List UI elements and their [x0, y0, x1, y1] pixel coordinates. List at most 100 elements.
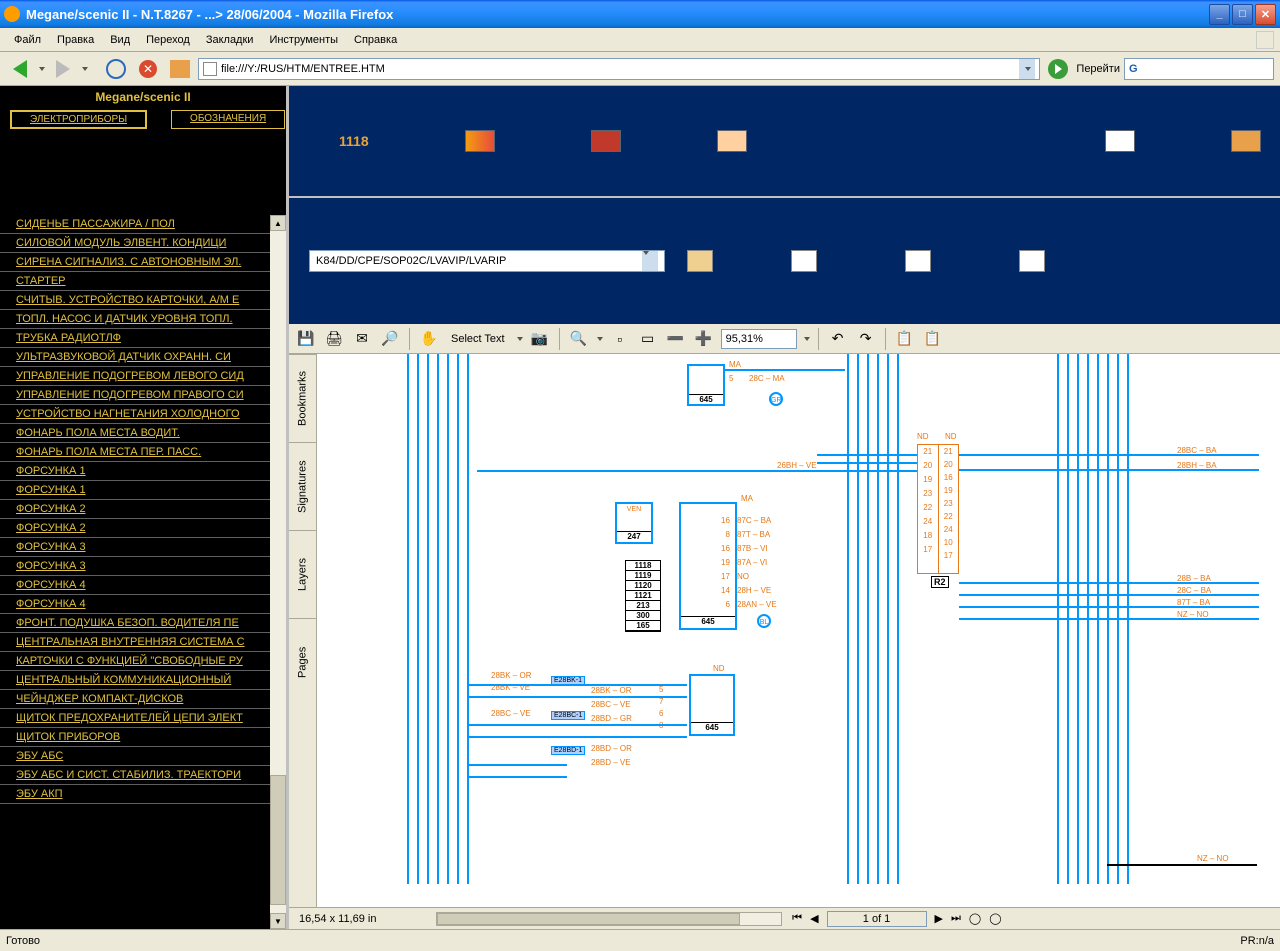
list-item[interactable]: ФОРСУНКА 2: [0, 519, 286, 538]
connector-icon[interactable]: [465, 130, 495, 152]
window-titlebar: Megane/scenic II - N.T.8267 - ...> 28/06…: [0, 0, 1280, 28]
wiring-diagram[interactable]: 645 MA 5 28C – MA GR 2120192322241817 21…: [317, 354, 1280, 907]
list-item[interactable]: УСТРОЙСТВО НАГНЕТАНИЯ ХОЛОДНОГО: [0, 405, 286, 424]
list-item[interactable]: ФОРСУНКА 4: [0, 576, 286, 595]
tab-pages[interactable]: Pages: [289, 618, 316, 706]
list-item[interactable]: ЦЕНТРАЛЬНАЯ ВНУТРЕННЯЯ СИСТЕМА С: [0, 633, 286, 652]
list-item[interactable]: СТАРТЕР: [0, 272, 286, 291]
pdf-clipboard2-icon[interactable]: 📋: [922, 328, 944, 350]
menu-view[interactable]: Вид: [102, 32, 138, 48]
pdf-rotate-cw-icon[interactable]: ↷: [855, 328, 877, 350]
menu-help[interactable]: Справка: [346, 32, 405, 48]
pdf-fit-width-icon[interactable]: ▭: [637, 328, 659, 350]
stop-button[interactable]: ✕: [134, 55, 162, 83]
minimize-button[interactable]: _: [1209, 4, 1230, 25]
list-item[interactable]: ФОНАРЬ ПОЛА МЕСТА ПЕР. ПАСС.: [0, 443, 286, 462]
pdf-hand-icon[interactable]: ✋: [418, 328, 440, 350]
tab-signatures[interactable]: Signatures: [289, 442, 316, 530]
list-item[interactable]: ФОРСУНКА 4: [0, 595, 286, 614]
list-scrollbar[interactable]: ▲ ▼: [270, 215, 286, 929]
forward-history-dropdown[interactable]: [82, 67, 88, 71]
search-box[interactable]: G: [1124, 58, 1274, 80]
pdf-last-page[interactable]: ⏭: [951, 912, 961, 925]
address-dropdown[interactable]: [1019, 59, 1035, 79]
tab-electrics[interactable]: ЭЛЕКТРОПРИБОРЫ: [10, 110, 147, 129]
list-item[interactable]: СИЛОВОЙ МОДУЛЬ ЭЛВЕНТ. КОНДИЦИ: [0, 234, 286, 253]
list-item[interactable]: ФРОНТ. ПОДУШКА БЕЗОП. ВОДИТЕЛЯ ПЕ: [0, 614, 286, 633]
pdf-text-select-icon[interactable]: Select Text: [446, 328, 510, 350]
list-item[interactable]: ФОРСУНКА 1: [0, 481, 286, 500]
list-item[interactable]: УПРАВЛЕНИЕ ПОДОГРЕВОМ ЛЕВОГО СИД: [0, 367, 286, 386]
tab-bookmarks[interactable]: Bookmarks: [289, 354, 316, 442]
pdf-hscroll[interactable]: [436, 912, 782, 926]
pdf-print-icon[interactable]: 🖨: [323, 328, 345, 350]
pdf-clipboard1-icon[interactable]: 📋: [894, 328, 916, 350]
folder3-icon[interactable]: [1019, 250, 1045, 272]
pdf-fit-page-icon[interactable]: ▫: [609, 328, 631, 350]
list-item[interactable]: ФОРСУНКА 3: [0, 557, 286, 576]
pdf-zoom-plus-icon[interactable]: ➕: [693, 328, 715, 350]
pdf-back-view[interactable]: ◯: [969, 912, 981, 925]
pdf-zoom-in-icon[interactable]: 🔍: [568, 328, 590, 350]
reload-button[interactable]: [102, 55, 130, 83]
pdf-prev-page[interactable]: ◀: [810, 912, 818, 925]
pdf-zoom-input[interactable]: 95,31%: [721, 329, 797, 349]
pdf-first-page[interactable]: ⏮: [792, 912, 802, 925]
list-item[interactable]: ЦЕНТРАЛЬНЫЙ КОММУНИКАЦИОННЫЙ: [0, 671, 286, 690]
list-item[interactable]: ФОРСУНКА 3: [0, 538, 286, 557]
menu-bookmarks[interactable]: Закладки: [198, 32, 262, 48]
close-button[interactable]: ✕: [1255, 4, 1276, 25]
pdf-fwd-view[interactable]: ◯: [989, 912, 1001, 925]
scroll-up-button[interactable]: ▲: [270, 215, 286, 231]
tab-layers[interactable]: Layers: [289, 530, 316, 618]
car-icon[interactable]: [717, 130, 747, 152]
list-item[interactable]: ФОРСУНКА 2: [0, 500, 286, 519]
list-item[interactable]: ЩИТОК ПРЕДОХРАНИТЕЛЕЙ ЦЕПИ ЭЛЕКТ: [0, 709, 286, 728]
back-button[interactable]: [6, 55, 34, 83]
back-history-dropdown[interactable]: [39, 67, 45, 71]
scroll-thumb[interactable]: [270, 775, 286, 905]
folder1-icon[interactable]: [791, 250, 817, 272]
variant-select[interactable]: K84/DD/CPE/SOP02C/LVAVIP/LVARIP: [309, 250, 665, 272]
list-item[interactable]: КАРТОЧКИ С ФУНКЦИЕЙ "СВОБОДНЫЕ РУ: [0, 652, 286, 671]
list-item[interactable]: ФОНАРЬ ПОЛА МЕСТА ВОДИТ.: [0, 424, 286, 443]
add-icon[interactable]: [687, 250, 713, 272]
pdf-snapshot-icon[interactable]: 📷: [529, 328, 551, 350]
list-item[interactable]: ЩИТОК ПРИБОРОВ: [0, 728, 286, 747]
go-button[interactable]: [1044, 55, 1072, 83]
menu-edit[interactable]: Правка: [49, 32, 102, 48]
menu-tools[interactable]: Инструменты: [261, 32, 346, 48]
fuse-icon[interactable]: [591, 130, 621, 152]
search-engine-icon[interactable]: G: [1129, 63, 1138, 75]
list-item[interactable]: ФОРСУНКА 1: [0, 462, 286, 481]
pdf-save-icon[interactable]: 💾: [295, 328, 317, 350]
list-item[interactable]: ТРУБКА РАДИОТЛФ: [0, 329, 286, 348]
list-item[interactable]: ТОПЛ. НАСОС И ДАТЧИК УРОВНЯ ТОПЛ.: [0, 310, 286, 329]
pdf-next-page[interactable]: ▶: [935, 912, 943, 925]
list-item[interactable]: ЭБУ АКП: [0, 785, 286, 804]
pdf-zoom-out-icon[interactable]: ➖: [665, 328, 687, 350]
book-icon[interactable]: [1105, 130, 1135, 152]
maximize-button[interactable]: □: [1232, 4, 1253, 25]
list-item[interactable]: УПРАВЛЕНИЕ ПОДОГРЕВОМ ПРАВОГО СИ: [0, 386, 286, 405]
menu-file[interactable]: Файл: [6, 32, 49, 48]
list-item[interactable]: ЭБУ АБС: [0, 747, 286, 766]
pdf-search-icon[interactable]: 🔎: [379, 328, 401, 350]
pdf-email-icon[interactable]: ✉: [351, 328, 373, 350]
home-button[interactable]: [166, 55, 194, 83]
address-bar[interactable]: file:///Y:/RUS/HTM/ENTREE.HTM: [198, 58, 1040, 80]
pdf-rotate-ccw-icon[interactable]: ↶: [827, 328, 849, 350]
scroll-down-button[interactable]: ▼: [270, 913, 286, 929]
list-item[interactable]: СИРЕНА СИГНАЛИЗ. С АВТОНОВНЫМ ЭЛ.: [0, 253, 286, 272]
tab-legend[interactable]: ОБОЗНАЧЕНИЯ: [171, 110, 285, 129]
forward-button[interactable]: [49, 55, 77, 83]
doc-icon[interactable]: [1231, 130, 1261, 152]
list-item[interactable]: ЧЕЙНДЖЕР КОМПАКТ-ДИСКОВ: [0, 690, 286, 709]
list-item[interactable]: СИДЕНЬЕ ПАССАЖИРА / ПОЛ: [0, 215, 286, 234]
list-item[interactable]: ЭБУ АБС И СИСТ. СТАБИЛИЗ. ТРАЕКТОРИ: [0, 766, 286, 785]
folder2-icon[interactable]: [905, 250, 931, 272]
list-item[interactable]: СЧИТЫВ. УСТРОЙСТВО КАРТОЧКИ, А/М Е: [0, 291, 286, 310]
list-item[interactable]: УЛЬТРАЗВУКОВОЙ ДАТЧИК ОХРАНН. СИ: [0, 348, 286, 367]
menu-go[interactable]: Переход: [138, 32, 198, 48]
pdf-page-input[interactable]: 1 of 1: [827, 911, 927, 927]
